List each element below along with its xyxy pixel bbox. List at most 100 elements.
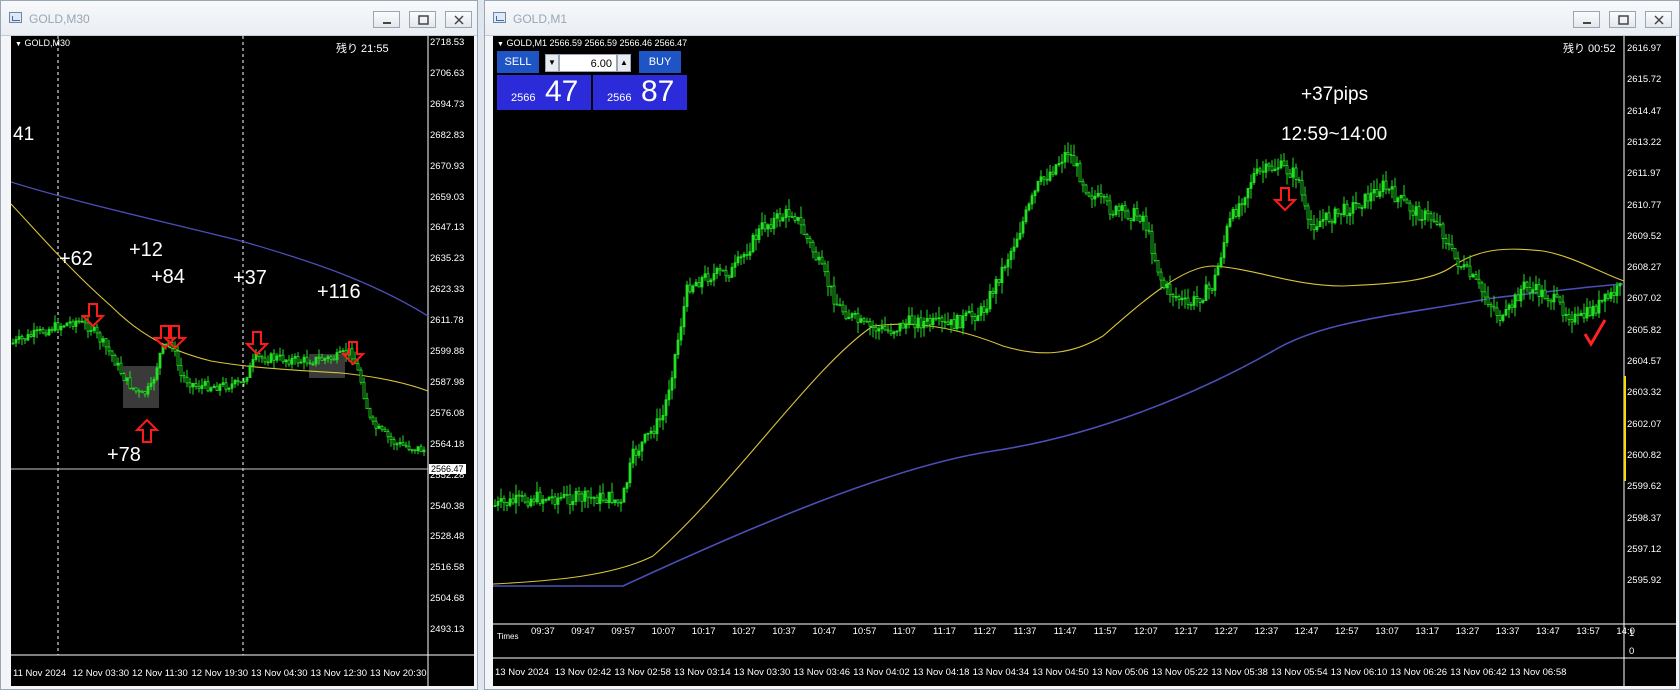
candle-body xyxy=(1528,286,1532,294)
candle-body xyxy=(652,430,656,435)
candle-body xyxy=(1126,210,1130,220)
candle-body xyxy=(1372,189,1376,194)
price-axis-label: 2614.47 xyxy=(1627,105,1662,117)
check-icon xyxy=(1583,319,1607,347)
candle-body xyxy=(1426,210,1430,215)
candle-body xyxy=(754,234,758,241)
candle-body xyxy=(41,328,45,334)
candle-body xyxy=(523,495,527,503)
candle-body xyxy=(281,354,285,363)
sell-button[interactable]: SELL xyxy=(497,51,539,73)
candle-body xyxy=(1144,215,1148,231)
candle-body xyxy=(209,387,213,392)
up-arrow-icon xyxy=(134,418,160,443)
candle-body xyxy=(1195,296,1199,299)
candle-body xyxy=(1348,212,1352,217)
candle-body xyxy=(1387,188,1391,191)
candle-body xyxy=(89,330,93,332)
window-titlebar[interactable]: GOLD,M1 xyxy=(485,1,1679,36)
candle-body xyxy=(1018,232,1022,240)
candle-body xyxy=(116,362,120,366)
candle-body xyxy=(146,386,150,395)
candle-body xyxy=(326,356,330,359)
candle-body xyxy=(95,326,99,334)
candle-body xyxy=(1558,296,1562,303)
candle-body xyxy=(323,358,327,361)
candle-body xyxy=(541,499,545,504)
candle-body xyxy=(368,408,372,418)
candle-body xyxy=(1546,298,1550,301)
candle-body xyxy=(787,209,791,217)
candle-body xyxy=(212,385,216,389)
minimize-button[interactable] xyxy=(1573,11,1600,28)
candle-body xyxy=(1354,202,1358,204)
candle-body xyxy=(1270,165,1274,171)
candle-body xyxy=(655,418,659,435)
sub-axis-label: 0 xyxy=(1629,646,1635,657)
lot-decrease-button[interactable]: ▼ xyxy=(545,54,559,72)
chart-window-icon xyxy=(9,12,22,23)
time-axis-label: 12 Nov 19:30 xyxy=(191,668,249,679)
candle-body xyxy=(371,416,375,422)
candle-body xyxy=(413,449,417,452)
inner-time-label: 12:57 xyxy=(1335,626,1359,637)
minimize-button[interactable] xyxy=(373,11,400,28)
candle-body xyxy=(583,490,587,502)
candle-body xyxy=(757,228,761,241)
candle-body xyxy=(1549,299,1553,303)
candle-body xyxy=(1138,215,1142,222)
candle-body xyxy=(775,213,779,219)
window-title: GOLD,M1 xyxy=(513,12,568,26)
candle-body xyxy=(1228,218,1232,227)
candle-body xyxy=(844,311,848,320)
candle-body xyxy=(1399,195,1403,199)
time-axis-label: 13 Nov 04:02 xyxy=(853,667,910,678)
candle-body xyxy=(580,493,584,502)
candle-body xyxy=(967,310,971,314)
price-axis-label: 2610.77 xyxy=(1627,199,1662,211)
candle-body xyxy=(976,315,980,322)
candle-body xyxy=(110,350,114,356)
lot-increase-button[interactable]: ▲ xyxy=(617,54,631,72)
candle-body xyxy=(104,338,108,348)
buy-price-button[interactable]: 2566 87 xyxy=(593,75,687,110)
candle-body xyxy=(1207,284,1211,290)
candle-body xyxy=(1258,168,1262,172)
maximize-button[interactable] xyxy=(1609,11,1636,28)
candle-body xyxy=(874,327,878,332)
window-titlebar[interactable]: GOLD,M30 xyxy=(1,1,477,36)
candle-body xyxy=(1309,218,1313,225)
candle-body xyxy=(206,381,210,392)
time-axis-label: 13 Nov 04:18 xyxy=(912,667,970,678)
candle-body xyxy=(871,325,875,328)
candle-body xyxy=(1129,218,1133,222)
candle-body xyxy=(1522,281,1526,290)
time-axis-label: 13 Nov 02:42 xyxy=(554,667,612,678)
sell-price-button[interactable]: 2566 47 xyxy=(497,75,591,110)
candle-body xyxy=(113,355,117,366)
candle-body xyxy=(841,304,845,313)
candle-body xyxy=(134,387,138,392)
inner-time-label: 11:07 xyxy=(892,626,916,637)
lot-size-input[interactable]: 6.00 xyxy=(559,54,617,72)
candle-body xyxy=(1459,266,1463,268)
maximize-button[interactable] xyxy=(409,11,436,28)
price-chart-m30 xyxy=(11,36,474,686)
candle-body xyxy=(850,313,854,318)
candle-body xyxy=(1597,299,1601,314)
candle-body xyxy=(248,365,252,379)
close-button[interactable] xyxy=(445,11,472,28)
close-button[interactable] xyxy=(1645,11,1672,28)
candle-body xyxy=(1450,244,1454,249)
chart-canvas-m30[interactable]: ▼ GOLD,M30 残り 21:55 41 +62 +12 +84 +37 +… xyxy=(11,36,474,686)
candle-body xyxy=(152,378,156,384)
candle-body xyxy=(1090,195,1094,200)
chart-canvas-m1[interactable]: ▼ GOLD,M1 2566.59 2566.59 2566.46 2566.4… xyxy=(493,36,1676,686)
price-axis-label: 2682.83 xyxy=(430,129,465,141)
candle-body xyxy=(493,505,497,507)
candle-body xyxy=(230,383,234,389)
edge-label: 41 xyxy=(13,124,35,145)
candle-body xyxy=(646,432,650,435)
buy-button[interactable]: BUY xyxy=(639,51,681,73)
candle-body xyxy=(362,381,366,399)
